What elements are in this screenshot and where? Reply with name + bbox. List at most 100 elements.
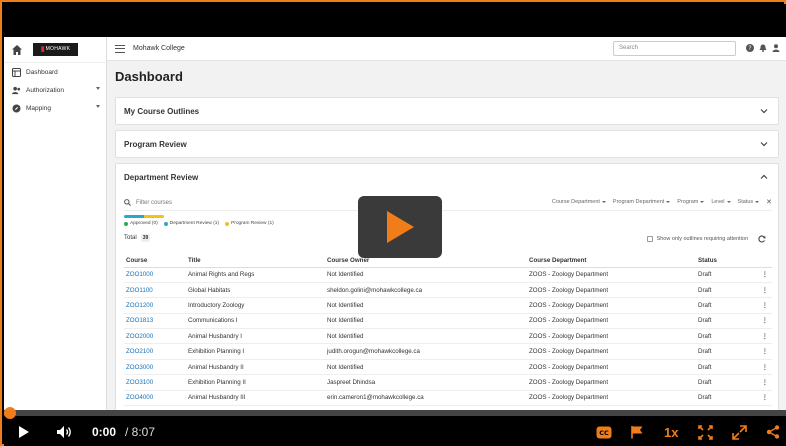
course-link[interactable]: ZOO2000 — [124, 328, 186, 345]
table-row[interactable]: ZOO1200 Introductory Zoology Not Identifie… — [124, 297, 772, 314]
attention-checkbox[interactable] — [646, 236, 653, 242]
chevron-down-icon[interactable] — [96, 105, 100, 108]
table-row[interactable]: ZOO4000 Animal Husbandry III erin.cameron1… — [124, 390, 772, 407]
progress-segment-program-review — [144, 215, 164, 218]
table-row[interactable]: ZOO1100 Global Habitats sheldon.golini@moh… — [124, 282, 772, 299]
column-header-department[interactable]: Course Department — [527, 254, 696, 268]
logo-mark-icon: ▮ — [40, 46, 45, 53]
course-title: Animal Husbandry I — [186, 328, 325, 345]
sidebar-item-label: Authorization — [26, 86, 64, 94]
more-options-icon[interactable]: ⋮ — [756, 297, 772, 314]
seek-handle[interactable] — [4, 407, 16, 419]
table-row[interactable]: ZOO3000 Animal Husbandry II Not Identified… — [124, 359, 772, 376]
compass-icon — [12, 104, 21, 113]
more-options-icon[interactable]: ⋮ — [756, 343, 772, 360]
page-title: Dashboard — [115, 69, 183, 84]
legend-label: Approved (0) — [130, 221, 158, 226]
filter-level[interactable]: Level — [711, 199, 730, 205]
filter-bar: Filter courses Course Department Program… — [124, 195, 772, 211]
column-header-status[interactable]: Status — [696, 254, 756, 268]
column-header-course[interactable]: Course — [124, 254, 186, 268]
chevron-down-icon[interactable] — [760, 107, 768, 115]
legend-dot — [163, 221, 168, 226]
closed-captions-icon[interactable]: CC — [596, 424, 612, 440]
more-options-icon[interactable]: ⋮ — [756, 313, 772, 330]
filter-dropdowns: Course Department Program Department Pro… — [552, 198, 772, 206]
clear-filters-icon[interactable]: ✕ — [766, 198, 772, 206]
attention-label: Show only outlines requiring attention — [656, 236, 748, 242]
course-link[interactable]: ZOO1200 — [124, 297, 186, 314]
course-status: Draft — [696, 328, 756, 345]
sidebar-item-authorization[interactable]: Authorization — [4, 81, 106, 99]
chevron-down-icon[interactable] — [760, 140, 768, 148]
filter-program-department[interactable]: Program Department — [613, 199, 670, 205]
filter-search[interactable]: Filter courses — [124, 199, 172, 206]
total-count: Total 39 — [124, 234, 151, 242]
filter-courses-input[interactable]: Filter courses — [136, 200, 172, 206]
course-title: Exhibition Planning I — [186, 343, 325, 360]
card-program-review[interactable]: Program Review — [115, 130, 779, 158]
table-row[interactable]: ZOO2000 Animal Husbandry I Not Identified Z… — [124, 328, 772, 345]
course-link[interactable]: ZOO3100 — [124, 374, 186, 391]
crop-icon[interactable] — [698, 424, 713, 440]
volume-icon[interactable] — [56, 424, 74, 440]
course-department: ZOOS - Zoology Department — [527, 343, 696, 360]
table-row[interactable]: ZOO1813 Communications I Not Identified ZOO… — [124, 313, 772, 330]
share-icon[interactable] — [766, 424, 780, 440]
help-icon[interactable]: ? — [746, 44, 754, 52]
course-link[interactable]: ZOO1000 — [124, 267, 186, 283]
user-icon[interactable] — [772, 44, 780, 52]
course-link[interactable]: ZOO1100 — [124, 282, 186, 299]
play-icon[interactable] — [18, 424, 30, 440]
bell-icon[interactable] — [759, 44, 767, 52]
table-row[interactable]: ZOO3100 Exhibition Planning II Jaspreet Dh… — [124, 374, 772, 391]
search-input[interactable]: Search — [613, 41, 736, 56]
more-options-icon[interactable]: ⋮ — [756, 390, 772, 407]
legend-dot — [124, 221, 128, 226]
play-overlay-button[interactable] — [358, 196, 442, 258]
course-link[interactable]: ZOO4000 — [124, 390, 186, 407]
seek-bar[interactable] — [4, 407, 786, 419]
card-my-course-outlines[interactable]: My Course Outlines — [115, 97, 779, 125]
course-status: Draft — [696, 313, 756, 330]
home-icon[interactable] — [11, 44, 23, 56]
card-header[interactable]: My Course Outlines — [116, 98, 778, 124]
course-link[interactable]: ZOO2100 — [124, 343, 186, 360]
table-row[interactable]: ZOO2100 Exhibition Planning Ijudith.orogu… — [124, 343, 772, 360]
playback-speed[interactable]: 1x — [664, 424, 678, 440]
course-title: Communications I — [186, 313, 325, 330]
course-link[interactable]: ZOO3000 — [124, 359, 186, 376]
card-header[interactable]: Program Review — [116, 131, 778, 157]
menu-icon[interactable] — [115, 44, 125, 53]
more-options-icon[interactable]: ⋮ — [756, 328, 772, 345]
table-row[interactable]: ZOO1000 Animal Rights and Regs Not Identif… — [124, 267, 772, 283]
course-department: ZOOS - Zoology Department — [527, 267, 696, 283]
refresh-icon[interactable] — [758, 235, 766, 243]
legend-dot — [225, 221, 230, 226]
more-options-icon[interactable]: ⋮ — [756, 267, 772, 283]
chevron-up-icon[interactable] — [760, 173, 768, 181]
sidebar-item-dashboard[interactable]: Dashboard — [4, 63, 106, 81]
legend-approved: Approved (0) — [124, 221, 158, 226]
play-icon — [387, 211, 414, 243]
filter-course-department[interactable]: Course Department — [552, 199, 606, 205]
more-options-icon[interactable]: ⋮ — [756, 282, 772, 299]
legend-label: Department Review (1) — [169, 221, 220, 226]
flag-icon[interactable] — [630, 424, 644, 440]
users-icon — [12, 86, 21, 95]
course-link[interactable]: ZOO1813 — [124, 313, 186, 330]
filter-program[interactable]: Program — [677, 199, 704, 205]
chevron-down-icon[interactable] — [96, 87, 100, 90]
fullscreen-icon[interactable] — [732, 424, 747, 440]
legend-department-review: Department Review (1) — [163, 221, 220, 226]
column-header-title[interactable]: Title — [186, 254, 325, 268]
course-title: Animal Husbandry III — [186, 390, 325, 407]
sidebar-item-mapping[interactable]: Mapping — [4, 99, 106, 117]
more-options-icon[interactable]: ⋮ — [756, 374, 772, 391]
progress-segment-department-review — [124, 215, 144, 218]
filter-status[interactable]: Status — [738, 199, 760, 205]
more-options-icon[interactable]: ⋮ — [756, 359, 772, 376]
course-department: ZOOS - Zoology Department — [527, 390, 696, 407]
card-header[interactable]: Department Review — [116, 164, 778, 190]
mohawk-logo[interactable]: ▮ MOHAWK — [33, 43, 78, 56]
